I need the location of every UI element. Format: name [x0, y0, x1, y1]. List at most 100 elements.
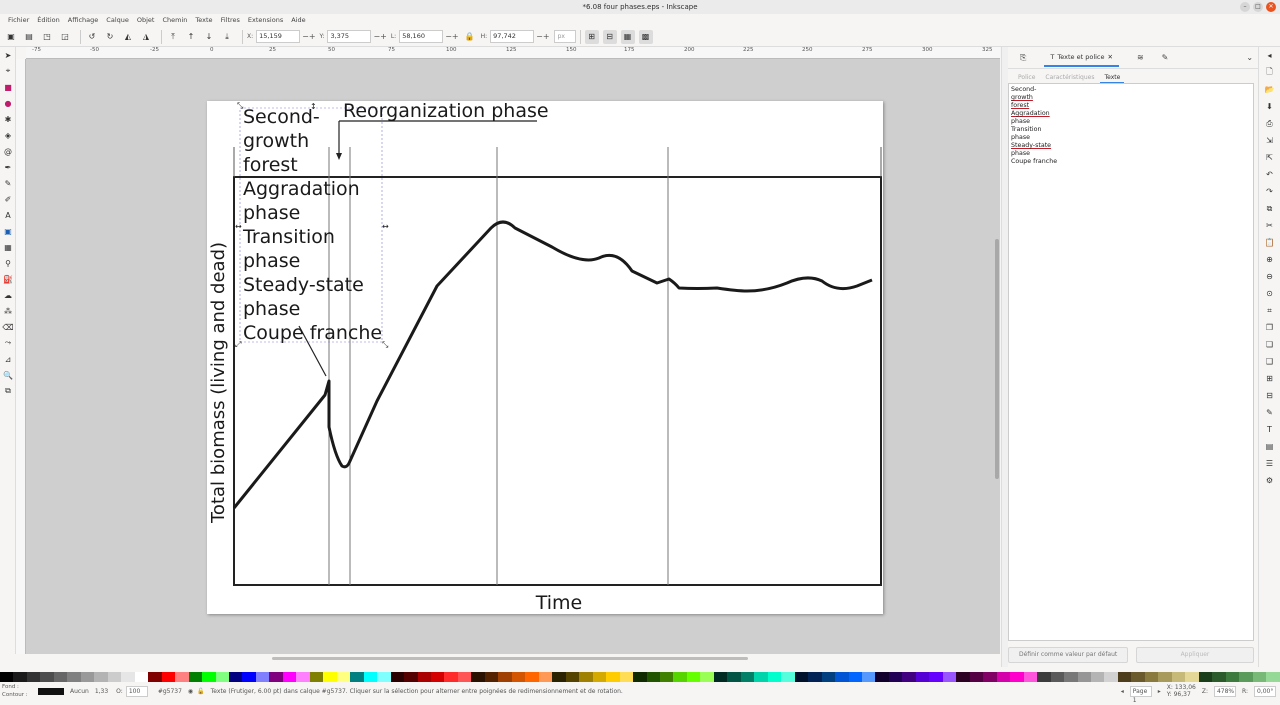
text-font-cmd-icon[interactable]: T — [1263, 421, 1277, 438]
color-swatch[interactable] — [431, 672, 445, 682]
color-swatch[interactable] — [404, 672, 418, 682]
color-swatch[interactable] — [862, 672, 876, 682]
color-swatch[interactable] — [323, 672, 337, 682]
lock-ratio-icon[interactable]: 🔒 — [463, 30, 477, 44]
color-swatch[interactable] — [740, 672, 755, 682]
document-properties-icon[interactable]: ⎘ — [1020, 53, 1026, 63]
ungroup-icon[interactable]: ⊟ — [1263, 387, 1277, 404]
deselect-icon[interactable]: ◳ — [40, 30, 54, 44]
h-stepper[interactable]: −+ — [536, 32, 549, 41]
color-swatch[interactable] — [255, 672, 270, 682]
menu-objet[interactable]: Objet — [133, 14, 159, 26]
cut-icon[interactable]: ✂ — [1263, 217, 1277, 234]
color-swatch[interactable] — [686, 672, 701, 682]
zoom-page-icon[interactable]: ⊙ — [1263, 285, 1277, 302]
menu-filtres[interactable]: Filtres — [217, 14, 244, 26]
color-swatch[interactable] — [269, 672, 283, 682]
connector-tool-icon[interactable]: ⤳ — [0, 335, 16, 351]
text-editor[interactable]: Second- growth forest Aggradation phase … — [1008, 83, 1254, 641]
fill-stroke-icon[interactable]: ✎ — [1162, 53, 1169, 62]
color-swatch[interactable] — [1010, 672, 1024, 682]
color-swatch[interactable] — [700, 672, 714, 682]
paste-icon[interactable]: 📋 — [1263, 234, 1277, 251]
color-swatch[interactable] — [606, 672, 620, 682]
spray-tool-icon[interactable]: ⁂ — [0, 303, 16, 319]
new-document-icon[interactable]: 🗋 — [1263, 64, 1277, 81]
color-swatch[interactable] — [350, 672, 364, 682]
lock-icon[interactable]: 🔓 — [197, 688, 204, 695]
color-swatch[interactable] — [552, 672, 566, 682]
maximize-icon[interactable]: □ — [1253, 2, 1263, 12]
select-all-layers-icon[interactable]: ▤ — [22, 30, 36, 44]
text-tool-icon[interactable]: A — [0, 207, 16, 223]
pencil-tool-icon[interactable]: ✎ — [0, 175, 16, 191]
menu-calque[interactable]: Calque — [102, 14, 133, 26]
color-swatch[interactable] — [1266, 672, 1280, 682]
rotate-ccw-icon[interactable]: ↺ — [85, 30, 99, 44]
color-swatch[interactable] — [1171, 672, 1186, 682]
color-swatch[interactable] — [888, 672, 903, 682]
ellipse-tool-icon[interactable]: ● — [0, 95, 16, 111]
document-page[interactable]: ⤡ ↕ ↔ ↔ ⤢ ⤡ Second- growth forest Aggrad… — [207, 101, 883, 614]
color-swatch[interactable] — [444, 672, 458, 682]
color-swatch[interactable] — [727, 672, 741, 682]
paint-bucket-icon[interactable]: ⛽ — [0, 271, 16, 287]
unit-select[interactable]: px — [553, 30, 576, 43]
undo-icon[interactable]: ↶ — [1263, 166, 1277, 183]
color-swatch[interactable] — [202, 672, 216, 682]
open-icon[interactable]: 📂 — [1263, 81, 1277, 98]
select-all-icon[interactable]: ▣ — [4, 30, 18, 44]
color-swatch[interactable] — [242, 672, 256, 682]
resize-handle[interactable]: ⤡ — [382, 340, 389, 349]
menu-edition[interactable]: Édition — [33, 14, 64, 26]
raise-icon[interactable]: ↑ — [184, 30, 198, 44]
color-swatch[interactable] — [0, 672, 14, 682]
zoom-fit-icon[interactable]: ⌗ — [1263, 302, 1277, 319]
node-tool-icon[interactable]: ⌖ — [0, 63, 16, 79]
color-swatch[interactable] — [121, 672, 135, 682]
close-tab-icon[interactable]: ✕ — [1108, 53, 1113, 61]
move-patterns-icon[interactable]: ▩ — [638, 29, 653, 44]
color-swatch[interactable] — [40, 672, 54, 682]
zoom-drawing-icon[interactable]: ⊖ — [1263, 268, 1277, 285]
mesh-tool-icon[interactable]: ▦ — [0, 239, 16, 255]
clone-icon[interactable]: ❏ — [1263, 336, 1277, 353]
resize-handle[interactable]: ⤢ — [234, 340, 241, 349]
3d-box-tool-icon[interactable]: ◈ — [0, 127, 16, 143]
color-swatch[interactable] — [67, 672, 81, 682]
eye-icon[interactable]: ◉ — [188, 688, 193, 695]
color-swatch[interactable] — [929, 672, 943, 682]
chevron-down-icon[interactable]: ⌄ — [1246, 53, 1253, 62]
color-swatch[interactable] — [848, 672, 862, 682]
phase-list-text[interactable]: Second- growth forest Aggradation phase … — [242, 106, 382, 344]
color-swatch[interactable] — [161, 672, 176, 682]
color-swatch[interactable] — [794, 672, 809, 682]
color-swatch[interactable] — [484, 672, 499, 682]
scrollbar-thumb[interactable] — [272, 657, 748, 660]
color-swatch[interactable] — [996, 672, 1011, 682]
color-swatch[interactable] — [457, 672, 472, 682]
color-swatch[interactable] — [781, 672, 795, 682]
minimize-icon[interactable]: – — [1240, 2, 1250, 12]
color-swatch[interactable] — [377, 672, 391, 682]
color-swatch[interactable] — [53, 672, 68, 682]
color-swatch[interactable] — [565, 672, 580, 682]
stroke-width[interactable]: 1,33 — [95, 688, 108, 695]
apply-button[interactable]: Appliquer — [1136, 647, 1254, 663]
color-swatch[interactable] — [282, 672, 297, 682]
color-swatch[interactable] — [875, 672, 889, 682]
w-input[interactable]: 58,160 — [399, 30, 444, 43]
color-swatch[interactable] — [754, 672, 768, 682]
page-select[interactable]: Page 1 — [1129, 685, 1152, 704]
color-swatch[interactable] — [956, 672, 970, 682]
zoom-tool-icon[interactable]: 🔍 — [0, 367, 16, 383]
set-default-button[interactable]: Définir comme valeur par défaut — [1008, 647, 1129, 663]
color-swatch[interactable] — [417, 672, 431, 682]
color-swatch[interactable] — [471, 672, 485, 682]
rotate-cw-icon[interactable]: ↻ — [103, 30, 117, 44]
color-swatch[interactable] — [942, 672, 957, 682]
color-swatch[interactable] — [1131, 672, 1145, 682]
color-swatch[interactable] — [80, 672, 95, 682]
rotate-input[interactable]: 0,00° — [1254, 685, 1276, 697]
color-swatch[interactable] — [525, 672, 539, 682]
